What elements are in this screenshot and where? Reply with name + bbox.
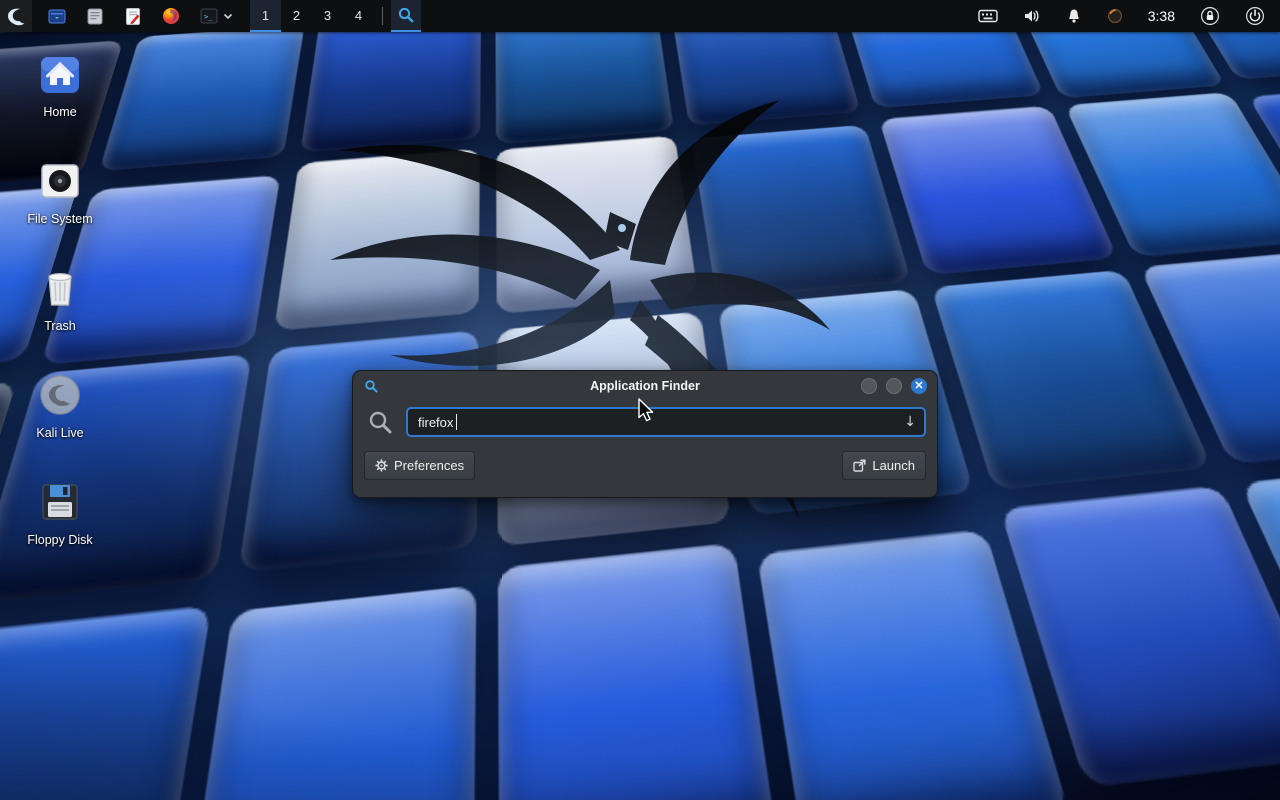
firefox-icon (161, 6, 181, 26)
power-manager-button[interactable] (1102, 0, 1128, 32)
kali-live-icon (37, 372, 83, 418)
preferences-button[interactable]: Preferences (364, 451, 475, 480)
desktop-icon-trash[interactable]: Trash (10, 264, 110, 360)
search-input[interactable]: firefox ↓ (406, 407, 926, 437)
minimize-button[interactable] (861, 378, 877, 394)
titlebar[interactable]: Application Finder ✕ (353, 371, 937, 401)
lock-icon (1200, 6, 1220, 26)
file-manager-icon (47, 6, 67, 26)
power-icon (1245, 6, 1265, 26)
launch-icon (853, 459, 866, 472)
text-editor-launcher[interactable] (80, 0, 110, 32)
workspace-label: 4 (355, 8, 362, 23)
panel-separator (382, 7, 383, 25)
cube-tile (691, 125, 912, 299)
desktop-icon-label: File System (27, 212, 92, 226)
application-finder-window: Application Finder ✕ firefox ↓ (352, 370, 938, 498)
cube-tile (98, 25, 304, 171)
notes-app-launcher[interactable] (118, 0, 148, 32)
clock[interactable]: 3:38 (1143, 0, 1180, 32)
kali-menu-icon (5, 5, 27, 27)
cube-tile (499, 543, 776, 800)
search-input-value: firefox (418, 415, 453, 430)
desktop-icon-list: Home File System (10, 50, 110, 585)
desktop-icon-label: Kali Live (36, 426, 83, 440)
lock-screen-button[interactable] (1195, 0, 1225, 32)
trash-icon (37, 265, 83, 311)
taskbar-application-finder-button[interactable] (391, 0, 421, 32)
keyboard-icon (978, 9, 998, 23)
firefox-launcher[interactable] (156, 0, 186, 32)
cube-tile (185, 585, 476, 800)
desktop-icon-kali-live[interactable]: Kali Live (10, 371, 110, 467)
cube-tile (496, 136, 697, 314)
home-icon (37, 51, 83, 97)
desktop-icon-label: Floppy Disk (27, 533, 92, 547)
terminal-icon: >_ (199, 6, 219, 26)
close-icon: ✕ (914, 381, 923, 392)
floppy-disk-icon (37, 479, 83, 525)
launch-button[interactable]: Launch (842, 451, 926, 480)
workspace-label: 1 (262, 8, 269, 23)
panel-launchers: >_ 1 2 3 4 (0, 0, 421, 32)
workspace-button-1[interactable]: 1 (250, 0, 281, 32)
text-caret (456, 414, 457, 430)
maximize-button[interactable] (886, 378, 902, 394)
volume-button[interactable] (1018, 0, 1046, 32)
desktop-icon-label: Trash (44, 319, 76, 333)
cube-tile (274, 149, 481, 331)
desktop: >_ 1 2 3 4 (0, 0, 1280, 800)
workspace-switcher: 1 2 3 4 (250, 0, 374, 32)
panel-systray: 3:38 (973, 0, 1280, 32)
terminal-dropdown-button[interactable] (220, 0, 236, 32)
desktop-icon-label: Home (43, 105, 76, 119)
window-title: Application Finder (353, 379, 937, 393)
file-manager-launcher[interactable] (42, 0, 72, 32)
desktop-icon-floppy-disk[interactable]: Floppy Disk (10, 478, 110, 574)
notifications-button[interactable] (1061, 0, 1087, 32)
bell-icon (1066, 8, 1082, 24)
notes-app-icon (123, 6, 143, 26)
workspace-button-4[interactable]: 4 (343, 0, 374, 32)
gear-icon (375, 459, 388, 472)
keyboard-indicator-button[interactable] (973, 0, 1003, 32)
workspace-label: 2 (293, 8, 300, 23)
preferences-button-label: Preferences (394, 458, 464, 473)
file-system-icon (37, 158, 83, 204)
logout-button[interactable] (1240, 0, 1270, 32)
desktop-icon-file-system[interactable]: File System (10, 157, 110, 253)
volume-icon (1023, 8, 1041, 24)
power-manager-icon (1107, 8, 1123, 24)
workspace-button-3[interactable]: 3 (312, 0, 343, 32)
terminal-glyph: >_ (204, 13, 213, 21)
cube-tile (0, 606, 211, 800)
desktop-icon-home[interactable]: Home (10, 50, 110, 146)
top-panel: >_ 1 2 3 4 (0, 0, 1280, 32)
workspace-label: 3 (324, 8, 331, 23)
terminal-launcher[interactable]: >_ (194, 0, 220, 32)
close-button[interactable]: ✕ (911, 378, 927, 394)
chevron-down-icon (223, 11, 233, 21)
dropdown-arrow-icon[interactable]: ↓ (904, 414, 916, 430)
workspace-button-2[interactable]: 2 (281, 0, 312, 32)
text-editor-icon (85, 6, 105, 26)
launch-button-label: Launch (872, 458, 915, 473)
clock-text: 3:38 (1148, 8, 1175, 24)
kali-menu-button[interactable] (0, 0, 32, 32)
search-icon (397, 6, 415, 24)
search-icon (367, 409, 394, 436)
